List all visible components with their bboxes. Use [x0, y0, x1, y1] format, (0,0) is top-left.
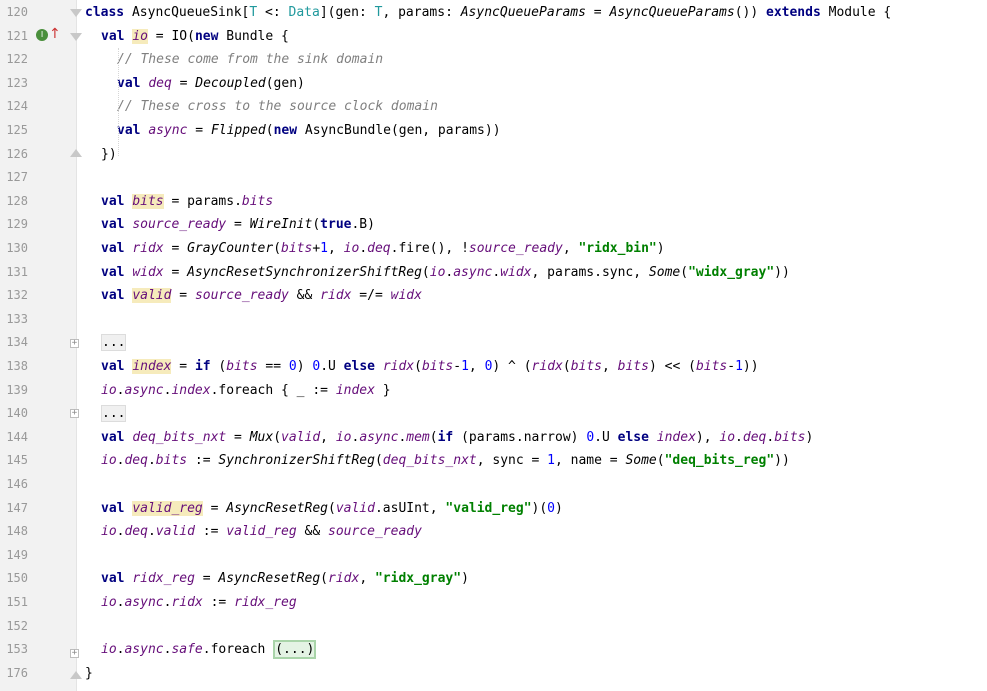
line-number: 150: [6, 571, 28, 586]
line-number: 176: [6, 665, 28, 680]
unfold-bundle-end-icon[interactable]: [70, 149, 82, 157]
code-text[interactable]: val valid_reg = AsyncResetReg(valid.asUI…: [101, 497, 563, 521]
code-line[interactable]: 120 class AsyncQueueSink[T <: Data](gen: …: [0, 1, 987, 25]
line-number: 144: [6, 429, 28, 444]
line-number: 147: [6, 500, 28, 515]
code-text[interactable]: val deq = Decoupled(gen): [117, 72, 305, 96]
code-text[interactable]: }): [101, 143, 117, 167]
override-arrow-glyph: ↑: [49, 26, 61, 42]
code-line[interactable]: 125 val async = Flipped(new AsyncBundle(g…: [0, 119, 987, 143]
line-number: 122: [6, 52, 28, 67]
code-line[interactable]: 122 // These come from the sink domain: [0, 48, 987, 72]
expand-fold-140-icon[interactable]: +: [70, 409, 79, 418]
code-line[interactable]: 148 io.deq.valid := valid_reg && source_r…: [0, 520, 987, 544]
line-number: 149: [6, 547, 28, 562]
line-number: 132: [6, 288, 28, 303]
code-text[interactable]: val ridx = GrayCounter(bits+1, io.deq.fi…: [101, 237, 665, 261]
expand-fold-134-icon[interactable]: +: [70, 339, 79, 348]
code-text[interactable]: ...: [101, 402, 127, 426]
line-number: 151: [6, 595, 28, 609]
line-number: 134: [6, 335, 28, 350]
line-number: 140: [6, 406, 28, 421]
override-arrow-icon[interactable]: ↑: [49, 27, 61, 41]
line-number: 128: [6, 193, 28, 208]
code-line[interactable]: 149: [0, 544, 987, 568]
code-line[interactable]: 126}): [0, 143, 987, 167]
code-text[interactable]: // These come from the sink domain: [117, 48, 383, 72]
line-number: 145: [6, 453, 28, 468]
line-number: 125: [6, 123, 28, 137]
line-number: 148: [6, 524, 28, 539]
fold-bundle-icon[interactable]: [70, 33, 82, 41]
code-line[interactable]: 145 io.deq.bits := SynchronizerShiftReg(d…: [0, 449, 987, 473]
code-text[interactable]: val async = Flipped(new AsyncBundle(gen,…: [117, 119, 501, 143]
code-line[interactable]: 127: [0, 166, 987, 190]
code-text[interactable]: io.deq.bits := SynchronizerShiftReg(deq_…: [101, 449, 790, 473]
code-line[interactable]: 140...: [0, 402, 987, 426]
code-text[interactable]: val ridx_reg = AsyncResetReg(ridx, "ridx…: [101, 567, 469, 591]
code-text[interactable]: io.deq.valid := valid_reg && source_read…: [101, 520, 422, 544]
code-text[interactable]: class AsyncQueueSink[T <: Data](gen: T, …: [85, 1, 891, 25]
code-line[interactable]: 150 val ridx_reg = AsyncResetReg(ridx, "r…: [0, 567, 987, 591]
code-line[interactable]: 147 val valid_reg = AsyncResetReg(valid.a…: [0, 497, 987, 521]
line-number: 129: [6, 217, 28, 232]
fold-class-icon[interactable]: [70, 9, 82, 17]
code-line[interactable]: 139 io.async.index.foreach { _ := index }: [0, 379, 987, 403]
code-line[interactable]: 153 io.async.safe.foreach (...): [0, 638, 987, 662]
code-line[interactable]: 128 val bits = params.bits: [0, 190, 987, 214]
code-text[interactable]: val deq_bits_nxt = Mux(valid, io.async.m…: [101, 426, 813, 450]
line-number: 139: [6, 382, 28, 397]
code-text[interactable]: ...: [101, 331, 127, 355]
code-line[interactable]: 151 io.async.ridx := ridx_reg: [0, 591, 987, 615]
line-number: 123: [6, 75, 28, 90]
code-line[interactable]: 124 // These cross to the source clock do…: [0, 95, 987, 119]
code-text[interactable]: val index = if (bits == 0) 0.U else ridx…: [101, 355, 759, 379]
line-number: 138: [6, 359, 28, 373]
code-line[interactable]: 132 val valid = source_ready && ridx =/= …: [0, 284, 987, 308]
code-line[interactable]: 130 val ridx = GrayCounter(bits+1, io.deq…: [0, 237, 987, 261]
code-text[interactable]: }: [85, 662, 93, 686]
line-number: 146: [6, 477, 28, 491]
code-line[interactable]: 152: [0, 615, 987, 639]
line-number: 133: [6, 311, 28, 326]
line-number: 127: [6, 170, 28, 185]
line-number: 120: [6, 5, 28, 19]
line-number: 152: [6, 618, 28, 633]
line-number: 126: [6, 146, 28, 161]
line-number: 121: [6, 28, 28, 43]
line-number: 124: [6, 99, 28, 114]
editor-window: { "editor": { "lines": [ {"no": "120", "…: [0, 0, 987, 691]
code-text[interactable]: io.async.ridx := ridx_reg: [101, 591, 297, 615]
code-line[interactable]: 138 val index = if (bits == 0) 0.U else r…: [0, 355, 987, 379]
code-line[interactable]: 133: [0, 308, 987, 332]
code-text[interactable]: val widx = AsyncResetSynchronizerShiftRe…: [101, 261, 790, 285]
code-line[interactable]: 129 val source_ready = WireInit(true.B): [0, 213, 987, 237]
code-text[interactable]: val bits = params.bits: [101, 190, 273, 214]
code-text[interactable]: val io = IO(new Bundle {: [101, 25, 289, 49]
code-line[interactable]: 131 val widx = AsyncResetSynchronizerShif…: [0, 261, 987, 285]
code-text[interactable]: // These cross to the source clock domai…: [117, 95, 438, 119]
code-line[interactable]: 176}: [0, 662, 987, 686]
code-line[interactable]: 123 val deq = Decoupled(gen): [0, 72, 987, 96]
implements-method-icon[interactable]: I: [36, 29, 48, 41]
indent-guide: [118, 48, 120, 156]
implements-badge-label: I: [40, 30, 44, 39]
code-line[interactable]: 146: [0, 473, 987, 497]
code-text[interactable]: val source_ready = WireInit(true.B): [101, 213, 375, 237]
line-number: 131: [6, 264, 28, 279]
line-number: 153: [6, 642, 28, 657]
code-text[interactable]: val valid = source_ready && ridx =/= wid…: [101, 284, 422, 308]
unfold-class-end-icon[interactable]: [70, 671, 82, 679]
code-line[interactable]: 144 val deq_bits_nxt = Mux(valid, io.asyn…: [0, 426, 987, 450]
code-text[interactable]: io.async.safe.foreach (...): [101, 638, 317, 662]
line-number: 130: [6, 241, 28, 255]
code-text[interactable]: io.async.index.foreach { _ := index }: [101, 379, 391, 403]
expand-fold-153-icon[interactable]: +: [70, 649, 79, 658]
code-line[interactable]: 134...: [0, 331, 987, 355]
code-line[interactable]: 121 val io = IO(new Bundle {: [0, 25, 987, 49]
